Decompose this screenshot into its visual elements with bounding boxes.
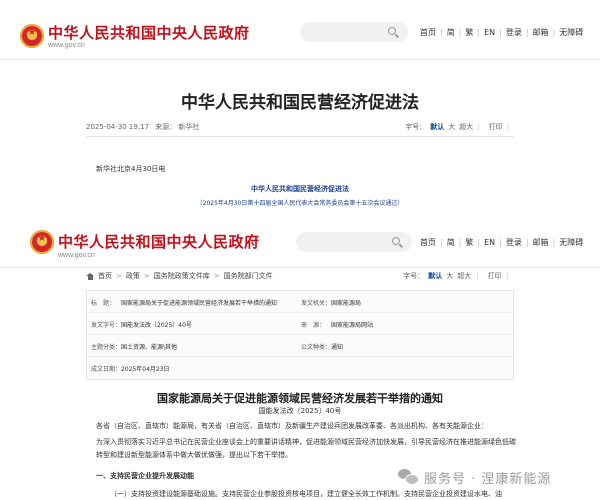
nav-simplified[interactable]: 简 xyxy=(447,237,455,248)
info-value: 国家能源局 xyxy=(331,300,362,307)
top-nav: 首页 | 简 | 繁 | EN | 登录 | 邮箱 | 无障碍 xyxy=(420,237,584,248)
law-title: 中华人民共和国民营经济促进法 xyxy=(251,185,349,193)
font-size-label: 字号： xyxy=(403,272,425,280)
watermark: 服务号 · 涅康新能源 xyxy=(398,466,551,488)
font-size-default[interactable]: 默认 xyxy=(428,271,442,281)
national-emblem-icon xyxy=(30,230,54,254)
info-value: 国家能源局关于促进能源领域民营经济发展若干举措的通知 xyxy=(121,300,278,307)
info-label: 来 源： xyxy=(301,322,326,329)
breadcrumb: 首页 > 政策 > 国务院政策文件库 > 国务院部门文件 xyxy=(86,271,273,281)
info-label: 发文机关： xyxy=(301,300,332,307)
nav-english[interactable]: EN xyxy=(484,238,495,247)
nav-login[interactable]: 登录 xyxy=(506,237,522,248)
article-tools: 字号： 默认 大 超大 | 打印 | xyxy=(403,271,509,281)
info-label: 标 题： xyxy=(91,300,116,307)
info-value: 国能发法改〔2025〕40号 xyxy=(121,322,192,329)
breadcrumb-department-docs[interactable]: 国务院部门文件 xyxy=(224,271,273,281)
wechat-icon xyxy=(398,469,419,485)
site-header-second: 中华人民共和国中央人民政府 www.gov.cn 首页| 简| 繁| EN| 登… xyxy=(0,222,600,268)
paragraph-intro: 为深入贯彻落实习近平总书记在民营企业座谈会上的重要讲话精神，促进能源领域民营经济… xyxy=(96,438,516,459)
watermark-text: 服务号 · 涅康新能源 xyxy=(424,471,552,487)
national-emblem-icon xyxy=(20,24,44,48)
info-row-title: 标 题： 国家能源局关于促进能源领域民营经济发展若干举措的通知 发文机关： 国家… xyxy=(87,291,513,313)
font-size-xlarge[interactable]: 超大 xyxy=(457,271,471,281)
site-url: www.gov.cn xyxy=(48,42,85,49)
search-icon[interactable] xyxy=(388,27,396,35)
document-number: 国能发法改〔2025〕40号 xyxy=(258,407,342,415)
paragraph-recipients: 各省（自治区、直辖市）能源局，有关省（自治区、直辖市）及新疆生产建设兵团发展改革… xyxy=(96,422,488,430)
article-title: 中华人民共和国民营经济促进法 xyxy=(181,93,419,113)
nav-home[interactable]: 首页 xyxy=(420,27,436,38)
nav-traditional[interactable]: 繁 xyxy=(465,237,473,248)
site-title[interactable]: 中华人民共和国中央人民政府 xyxy=(58,231,260,252)
paragraph-item-1: （一）支持投资建设能源基础设施。支持民营企业参股投资核电项目，建立健全长效工作机… xyxy=(110,490,502,498)
nav-english[interactable]: EN xyxy=(484,28,495,37)
section-heading: 一、支持民营企业提升发展动能 xyxy=(96,472,194,480)
document-info-table: 标 题： 国家能源局关于促进能源领域民营经济发展若干举措的通知 发文机关： 国家… xyxy=(86,290,514,380)
dateline: 新华社北京4月30日电 xyxy=(96,165,166,173)
breadcrumb-home[interactable]: 首页 xyxy=(98,271,112,281)
article-meta: 2025-04-30 19:17 来源： 新华社 字号： 默认 大 超大 | 打… xyxy=(86,122,509,132)
info-row-topic: 主题分类： 国土资源、能源\其他 公文种类： 通知 xyxy=(87,335,513,357)
home-icon xyxy=(86,272,94,280)
info-value: 国土资源、能源\其他 xyxy=(121,344,178,351)
law-subtitle: （2025年4月30日第十四届全国人民代表大会常务委员会第十五次会议通过） xyxy=(196,200,404,207)
font-size-large[interactable]: 大 xyxy=(448,122,455,132)
breadcrumb-policy[interactable]: 政策 xyxy=(126,271,140,281)
font-size-label: 字号： xyxy=(405,123,427,131)
info-label: 公文种类： xyxy=(301,344,332,351)
info-label: 主题分类： xyxy=(91,344,122,351)
nav-login[interactable]: 登录 xyxy=(506,27,522,38)
font-size-large[interactable]: 大 xyxy=(446,271,453,281)
breadcrumb-policy-library[interactable]: 国务院政策文件库 xyxy=(154,271,210,281)
nav-simplified[interactable]: 简 xyxy=(447,27,455,38)
nav-mail[interactable]: 邮箱 xyxy=(533,237,549,248)
print-button[interactable]: 打印 xyxy=(488,271,502,281)
nav-mail[interactable]: 邮箱 xyxy=(533,27,549,38)
info-row-date: 成文日期： 2025年04月23日 xyxy=(87,357,513,379)
info-row-number: 发文字号： 国能发法改〔2025〕40号 来 源： 国家能源局网站 xyxy=(87,313,513,335)
info-value: 通知 xyxy=(331,344,344,351)
info-label: 成文日期： xyxy=(91,366,122,373)
nav-accessibility[interactable]: 无障碍 xyxy=(559,27,583,38)
publish-datetime: 2025-04-30 19:17 xyxy=(86,123,150,131)
font-size-xlarge[interactable]: 超大 xyxy=(459,122,473,132)
site-title[interactable]: 中华人民共和国中央人民政府 xyxy=(48,22,250,43)
nav-traditional[interactable]: 繁 xyxy=(465,27,473,38)
nav-home[interactable]: 首页 xyxy=(420,237,436,248)
top-nav: 首页 | 简 | 繁 | EN | 登录 | 邮箱 | 无障碍 xyxy=(420,27,584,38)
document-title: 国家能源局关于促进能源领域民营经济发展若干举措的通知 xyxy=(157,392,443,405)
search-icon[interactable] xyxy=(392,237,400,245)
font-size-default[interactable]: 默认 xyxy=(430,122,444,132)
search-input[interactable] xyxy=(300,22,408,42)
site-url: www.gov.cn xyxy=(58,252,95,259)
info-value: 国家能源局网站 xyxy=(331,322,374,329)
print-button[interactable]: 打印 xyxy=(489,122,503,132)
nav-accessibility[interactable]: 无障碍 xyxy=(559,237,583,248)
divider xyxy=(86,136,514,137)
search-input[interactable] xyxy=(296,232,412,252)
info-value: 2025年04月23日 xyxy=(121,366,170,373)
site-header-top: 中华人民共和国中央人民政府 www.gov.cn 首页| 简| 繁| EN| 登… xyxy=(0,0,600,60)
article-source: 来源： 新华社 xyxy=(155,123,200,131)
info-label: 发文字号： xyxy=(91,322,122,329)
